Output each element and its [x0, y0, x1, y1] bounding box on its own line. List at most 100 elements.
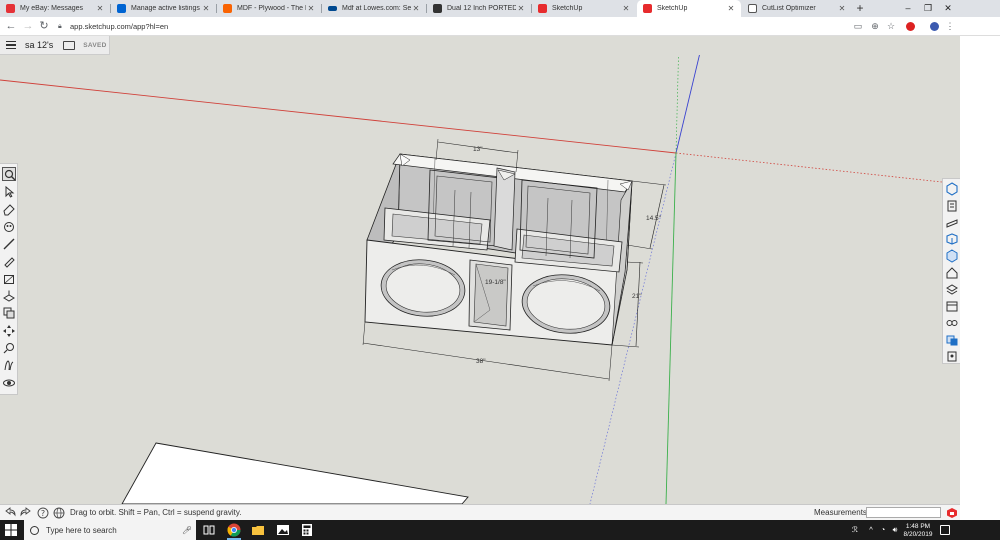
measurements-label: Measurements — [814, 508, 867, 517]
tab-cutlist-optimizer[interactable]: CutList Optimizer ✕ — [742, 0, 852, 17]
address-bar[interactable]: 🔒︎ app.sketchup.com/app?hl=en — [58, 19, 838, 34]
zoom-icon[interactable]: ⊕ — [869, 20, 881, 33]
tab-sketchup-1[interactable]: SketchUp ✕ — [532, 0, 636, 17]
microphone-icon[interactable]: 🎤︎ — [182, 526, 192, 535]
push-pull-icon[interactable] — [2, 289, 16, 303]
file-explorer-icon[interactable] — [250, 522, 266, 538]
network-icon[interactable]: ◔ — [878, 525, 888, 535]
tab-dual-12-ported[interactable]: Dual 12 Inch PORTED Subw ✕ — [427, 0, 531, 17]
right-gutter — [960, 36, 1000, 504]
measurements-input[interactable] — [866, 507, 941, 518]
tab-label: SketchUp — [657, 5, 688, 12]
forward-arrow-icon[interactable]: → — [21, 18, 35, 35]
lock-icon: 🔒︎ — [58, 23, 62, 30]
search-tool-icon[interactable] — [2, 167, 16, 181]
entity-info-icon[interactable] — [945, 182, 959, 196]
eraser-icon[interactable] — [2, 202, 16, 216]
people-icon[interactable]: ℛ — [850, 525, 860, 535]
tab-label: Mdf at Lowes.com: Search R — [342, 5, 411, 12]
extension-icon[interactable] — [945, 349, 959, 363]
help-icon[interactable]: ? — [37, 507, 49, 519]
tab-ebay-messages[interactable]: My eBay: Messages ✕ — [0, 0, 110, 17]
close-icon[interactable]: ✕ — [95, 4, 105, 13]
new-tab-button[interactable]: + — [853, 0, 867, 17]
dimension-top-width: 13" — [473, 146, 483, 153]
chevron-up-icon[interactable]: ^ — [866, 525, 876, 535]
dimension-port: 19-1/8" — [485, 279, 506, 286]
tab-label: Dual 12 Inch PORTED Subw — [447, 5, 516, 12]
sketchup-icon — [538, 4, 547, 13]
outliner-icon[interactable] — [945, 299, 959, 313]
sketchup-icon — [643, 4, 652, 13]
rectangle-icon[interactable] — [2, 272, 16, 286]
bookmark-star-icon[interactable]: ☆ — [885, 20, 897, 33]
instructor-icon[interactable] — [945, 199, 959, 213]
ebay-icon — [117, 4, 126, 13]
close-icon[interactable]: ✕ — [726, 4, 736, 13]
taskbar-search-box[interactable]: Type here to search 🎤︎ — [24, 520, 196, 540]
right-gutter-bottom — [960, 504, 1000, 520]
select-arrow-icon[interactable] — [2, 185, 16, 199]
model-canvas[interactable] — [0, 55, 960, 504]
reload-icon[interactable]: ↻ — [37, 18, 51, 35]
pencil-line-icon[interactable] — [2, 237, 16, 251]
minimize-button[interactable]: – — [898, 0, 918, 17]
offset-icon[interactable] — [2, 306, 16, 320]
menu-icon[interactable] — [6, 41, 16, 49]
styles-icon[interactable] — [945, 249, 959, 263]
more-menu-icon[interactable]: ⋮ — [944, 20, 956, 33]
task-view-icon[interactable] — [201, 522, 217, 538]
tab-mdf-plywood[interactable]: MDF - Plywood - The Home ✕ — [217, 0, 321, 17]
globe-icon[interactable] — [53, 507, 65, 519]
components-icon[interactable] — [945, 232, 959, 246]
undo-icon[interactable] — [4, 507, 16, 519]
display-icon[interactable] — [945, 316, 959, 330]
walk-icon[interactable] — [2, 358, 16, 372]
system-clock[interactable]: 1:48 PM 8/20/2019 — [898, 523, 938, 538]
adblock-icon[interactable] — [904, 20, 916, 33]
left-toolbar — [0, 163, 18, 395]
dimension-side-depth: 14.5" — [646, 215, 661, 222]
close-icon[interactable]: ✕ — [306, 4, 316, 13]
scenes-icon[interactable] — [945, 266, 959, 280]
tab-sketchup-active[interactable]: SketchUp ✕ — [637, 0, 741, 17]
profile-avatar[interactable] — [928, 20, 940, 33]
close-icon[interactable]: ✕ — [201, 4, 211, 13]
photos-icon[interactable] — [275, 522, 291, 538]
svg-text:?: ? — [41, 509, 45, 518]
cast-icon[interactable]: ▭ — [852, 20, 864, 33]
chrome-icon[interactable] — [226, 522, 242, 540]
calculator-icon[interactable] — [299, 522, 315, 538]
layers-icon[interactable] — [945, 283, 959, 297]
dimension-bottom-width: 38" — [476, 358, 486, 365]
status-hint: Drag to orbit. Shift = Pan, Ctrl = suspe… — [70, 508, 242, 517]
sketchup-logo-icon — [946, 507, 958, 519]
close-icon[interactable]: ✕ — [621, 4, 631, 13]
materials-icon[interactable] — [945, 215, 959, 229]
windows-taskbar: Type here to search 🎤︎ ℛ ^ ◔ 🔊︎ 1:48 PM … — [0, 520, 1000, 540]
tab-label: SketchUp — [552, 5, 583, 12]
model-name[interactable]: sa 12's — [25, 40, 53, 50]
close-icon[interactable]: ✕ — [837, 4, 847, 13]
close-icon[interactable]: ✕ — [411, 4, 421, 13]
tape-measure-icon[interactable] — [2, 341, 16, 355]
3d-viewport[interactable]: 13" 14.5" 21" 19-1/8" 38" — [0, 55, 960, 504]
close-window-button[interactable]: ✕ — [938, 0, 958, 17]
windows-start-icon[interactable] — [5, 524, 17, 536]
back-arrow-icon[interactable]: ← — [4, 18, 18, 35]
notification-center-icon[interactable] — [940, 525, 950, 535]
tab-label: MDF - Plywood - The Home — [237, 5, 306, 12]
3d-warehouse-icon[interactable] — [945, 333, 959, 347]
close-icon[interactable]: ✕ — [516, 4, 526, 13]
redo-icon[interactable] — [20, 507, 32, 519]
freehand-icon[interactable] — [2, 254, 16, 268]
tab-lowes[interactable]: Mdf at Lowes.com: Search R ✕ — [322, 0, 426, 17]
tab-label: CutList Optimizer — [762, 5, 816, 12]
cutlist-icon — [748, 4, 757, 13]
folder-icon[interactable] — [63, 40, 76, 50]
tab-manage-listings[interactable]: Manage active listings ✕ — [111, 0, 216, 17]
move-icon[interactable] — [2, 324, 16, 338]
orbit-icon[interactable] — [2, 376, 16, 390]
paint-bucket-icon[interactable] — [2, 220, 16, 234]
restore-button[interactable]: ❐ — [918, 0, 938, 17]
